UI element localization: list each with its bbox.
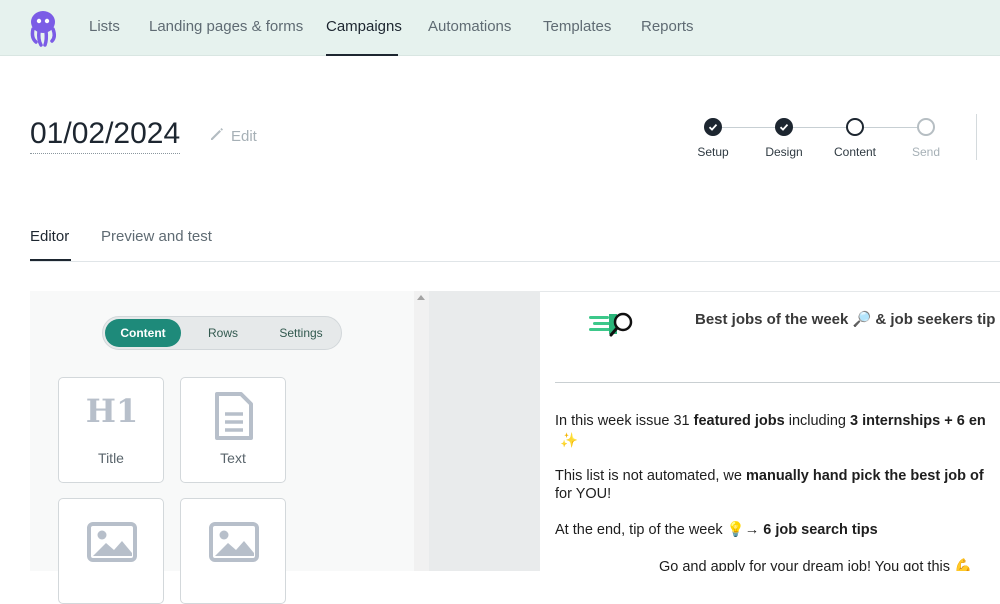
step-send[interactable]: Send	[896, 118, 956, 159]
segment-content[interactable]: Content	[105, 319, 181, 347]
panel-segmented-control: Content Rows Settings	[102, 316, 342, 350]
check-icon	[704, 118, 722, 136]
pending-step-icon	[917, 118, 935, 136]
email-canvas[interactable]: Best jobs of the week 🔎 & job seekers ti…	[540, 291, 1000, 571]
block-image[interactable]	[58, 498, 164, 604]
divider	[30, 261, 1000, 262]
nav-reports[interactable]: Reports	[641, 0, 694, 56]
block-image[interactable]	[180, 498, 286, 604]
nav-campaigns[interactable]: Campaigns	[326, 0, 402, 56]
octopus-logo-icon[interactable]	[28, 8, 62, 48]
nav-templates[interactable]: Templates	[543, 0, 611, 56]
sparkle-emoji: ✨	[560, 433, 579, 449]
document-icon	[215, 392, 253, 440]
email-paragraph: In this week issue 31 featured jobs incl…	[555, 413, 986, 429]
segment-settings[interactable]: Settings	[263, 319, 339, 347]
nav-automations[interactable]: Automations	[428, 0, 511, 56]
nav-lists[interactable]: Lists	[89, 0, 120, 56]
block-text[interactable]: Text	[180, 377, 286, 483]
check-icon	[775, 118, 793, 136]
tab-preview-and-test[interactable]: Preview and test	[101, 228, 212, 245]
panel-scrollbar[interactable]	[414, 291, 429, 571]
heading-h1-icon: H1	[86, 392, 138, 430]
job-search-logo-icon	[587, 310, 637, 343]
nav-landing-pages-forms[interactable]: Landing pages & forms	[149, 0, 303, 56]
email-paragraph: Go and apply for your dream job! You got…	[659, 559, 973, 571]
segment-rows[interactable]: Rows	[185, 319, 261, 347]
step-label: Content	[833, 145, 877, 159]
step-label: Design	[765, 145, 803, 159]
block-label: Text	[220, 450, 246, 466]
pencil-icon	[209, 126, 225, 146]
divider	[976, 114, 977, 160]
email-header-title: Best jobs of the week 🔎 & job seekers ti…	[695, 311, 996, 328]
block-title[interactable]: H1 Title	[58, 377, 164, 483]
edit-title-button[interactable]: Edit	[209, 126, 257, 146]
scroll-up-arrow-icon[interactable]	[417, 295, 425, 300]
editor-side-panel: Content Rows Settings H1 Title Text	[30, 291, 414, 604]
active-nav-indicator	[326, 54, 398, 56]
step-content[interactable]: Content	[825, 118, 885, 159]
email-paragraph: for YOU!	[555, 486, 612, 502]
editor-canvas-background	[429, 291, 540, 571]
current-step-icon	[846, 118, 864, 136]
divider	[555, 382, 1000, 383]
tab-editor[interactable]: Editor	[30, 228, 69, 245]
block-label: Title	[98, 450, 124, 466]
step-label: Send	[911, 145, 941, 159]
email-paragraph: At the end, tip of the week 💡→ 6 job sea…	[555, 522, 878, 538]
step-label: Setup	[697, 145, 729, 159]
svg-text:H1: H1	[86, 392, 138, 430]
top-navigation: Lists Landing pages & forms Campaigns Au…	[0, 0, 1000, 56]
email-paragraph: This list is not automated, we manually …	[555, 468, 984, 484]
campaign-title[interactable]: 01/02/2024	[30, 116, 181, 154]
step-design[interactable]: Design	[754, 118, 814, 159]
edit-label: Edit	[231, 127, 257, 145]
step-setup[interactable]: Setup	[683, 118, 743, 159]
image-icon	[87, 522, 137, 562]
image-icon	[209, 522, 259, 562]
